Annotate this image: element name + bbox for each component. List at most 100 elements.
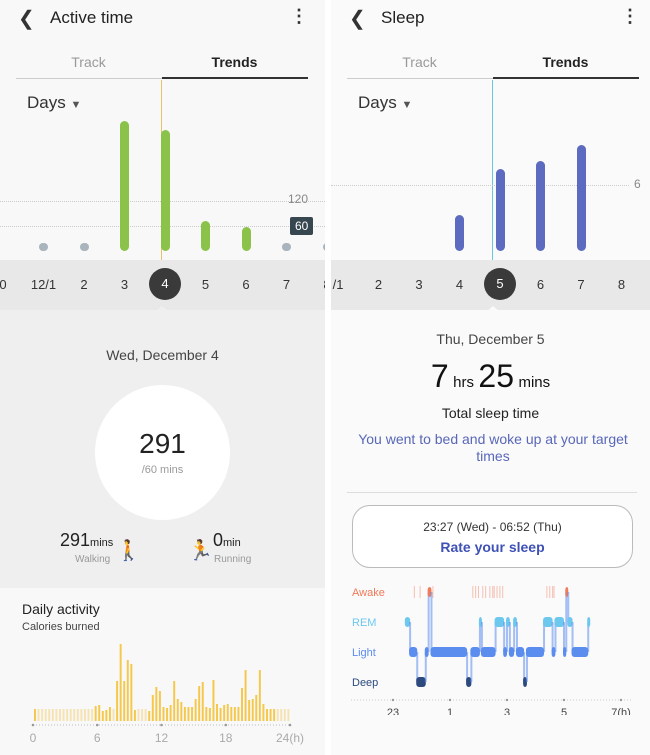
- calorie-bar: [173, 681, 176, 721]
- x-tick-label: 23: [387, 707, 399, 715]
- more-options-icon[interactable]: ⋮: [290, 6, 308, 27]
- tab-indicator: [162, 77, 308, 79]
- calorie-bar: [248, 700, 251, 721]
- active-time-panel: ❮ Active time ⋮ Track Trends Days ▼ Wed,…: [0, 0, 325, 755]
- day-8[interactable]: 8: [307, 277, 325, 292]
- calorie-bar: [123, 681, 126, 721]
- back-icon[interactable]: ❮: [18, 6, 35, 31]
- bar-5: [495, 169, 505, 251]
- bar-6: [241, 226, 251, 251]
- selected-day-line: [492, 80, 493, 260]
- calorie-bar: [205, 707, 208, 721]
- divider: [347, 492, 637, 493]
- period-dropdown[interactable]: Days ▼: [358, 93, 412, 113]
- stage-label-awake: Awake: [352, 587, 385, 599]
- day-5[interactable]: 5: [186, 277, 226, 292]
- stage-segment-deep: [416, 677, 426, 687]
- calorie-bar: [41, 709, 44, 721]
- calories-subtitle: Calories burned: [22, 621, 100, 633]
- calorie-bar: [230, 707, 233, 721]
- hours-value: 7: [430, 358, 449, 394]
- calorie-bar: [255, 695, 258, 721]
- tick-dot: [448, 698, 452, 702]
- day-6[interactable]: 6: [226, 277, 266, 292]
- calorie-bar: [112, 709, 115, 721]
- calorie-bar: [219, 708, 222, 721]
- day-2[interactable]: 2: [64, 277, 104, 292]
- tab-track[interactable]: Track: [16, 54, 161, 70]
- running-stat: 0min: [213, 530, 241, 551]
- tab-track[interactable]: Track: [347, 54, 492, 70]
- calorie-bar: [283, 709, 286, 721]
- page-title: Active time: [50, 8, 134, 27]
- day-8[interactable]: 8: [602, 277, 642, 292]
- back-icon[interactable]: ❮: [349, 6, 366, 31]
- tab-indicator: [493, 77, 639, 79]
- calorie-bar: [191, 707, 194, 721]
- x-tick-label: 3: [504, 707, 510, 715]
- calorie-bar: [201, 682, 204, 721]
- bar-2: [79, 243, 89, 251]
- day-6[interactable]: 6: [521, 277, 561, 292]
- rate-sleep-card[interactable]: 23:27 (Wed) - 06:52 (Thu) Rate your slee…: [352, 505, 633, 568]
- bar-7: [282, 243, 291, 251]
- gridline-label-120: 120: [288, 192, 309, 206]
- period-label: Days: [27, 93, 66, 112]
- calorie-bar: [183, 707, 186, 721]
- pointer: [486, 306, 500, 312]
- stage-segment-rem: [554, 617, 564, 627]
- running-icon: 🏃: [188, 540, 213, 562]
- tick-dot: [562, 698, 566, 702]
- calorie-bar: [169, 705, 172, 721]
- calorie-bar: [226, 704, 229, 721]
- period-dropdown[interactable]: Days ▼: [27, 93, 81, 113]
- bar-8: [322, 243, 325, 251]
- calorie-bar: [287, 709, 290, 721]
- calorie-bar: [73, 709, 76, 721]
- day-4-selected[interactable]: 4: [149, 268, 181, 300]
- calorie-bar: [133, 710, 136, 721]
- calorie-bar: [119, 644, 122, 721]
- day-2[interactable]: 2: [359, 277, 399, 292]
- bar-4: [455, 214, 464, 251]
- bar-4: [160, 129, 170, 251]
- calorie-bar: [208, 708, 211, 721]
- day-7[interactable]: 7: [267, 277, 307, 292]
- day-3[interactable]: 3: [399, 277, 439, 292]
- calorie-bar: [280, 709, 283, 721]
- rate-sleep-button[interactable]: Rate your sleep: [353, 539, 632, 555]
- day-4[interactable]: 4: [440, 277, 480, 292]
- calorie-bar: [48, 709, 51, 721]
- x-tick-label: 1: [447, 707, 453, 715]
- goal-tag: 60: [290, 217, 314, 235]
- calorie-bar: [130, 664, 133, 721]
- tab-trends[interactable]: Trends: [162, 54, 307, 70]
- tick-dot: [160, 723, 163, 727]
- x-tick-label: 6: [94, 731, 101, 745]
- running-unit: min: [223, 537, 241, 549]
- day-3[interactable]: 3: [105, 277, 145, 292]
- day-7[interactable]: 7: [561, 277, 601, 292]
- more-options-icon[interactable]: ⋮: [621, 6, 639, 27]
- stage-label-light: Light: [352, 647, 376, 659]
- day-5-selected[interactable]: 5: [484, 268, 516, 300]
- daily-activity-title: Daily activity: [22, 601, 100, 617]
- calorie-bar: [62, 709, 65, 721]
- stage-segment-light: [409, 647, 418, 657]
- calorie-bar: [34, 709, 36, 721]
- x-tick-label: 18: [219, 731, 233, 745]
- stage-segment-light: [430, 647, 468, 657]
- tab-trends[interactable]: Trends: [493, 54, 638, 70]
- sleep-panel: ❮ Sleep ⋮ Track Trends Days ▼ Thu, Decem…: [331, 0, 650, 755]
- day-12/1[interactable]: 12/1: [24, 277, 64, 292]
- gridline-label: 6: [634, 177, 641, 191]
- caret-down-icon: ▼: [70, 99, 82, 111]
- day-/1[interactable]: /1: [331, 277, 358, 292]
- stage-segment-light: [525, 647, 545, 657]
- walking-value: 291: [60, 530, 91, 550]
- target-message: You went to bed and woke up at your targ…: [358, 431, 628, 464]
- bar-7: [576, 145, 586, 251]
- tick-dot: [505, 698, 509, 702]
- calorie-bar: [269, 709, 272, 721]
- day-0[interactable]: 0: [0, 277, 23, 292]
